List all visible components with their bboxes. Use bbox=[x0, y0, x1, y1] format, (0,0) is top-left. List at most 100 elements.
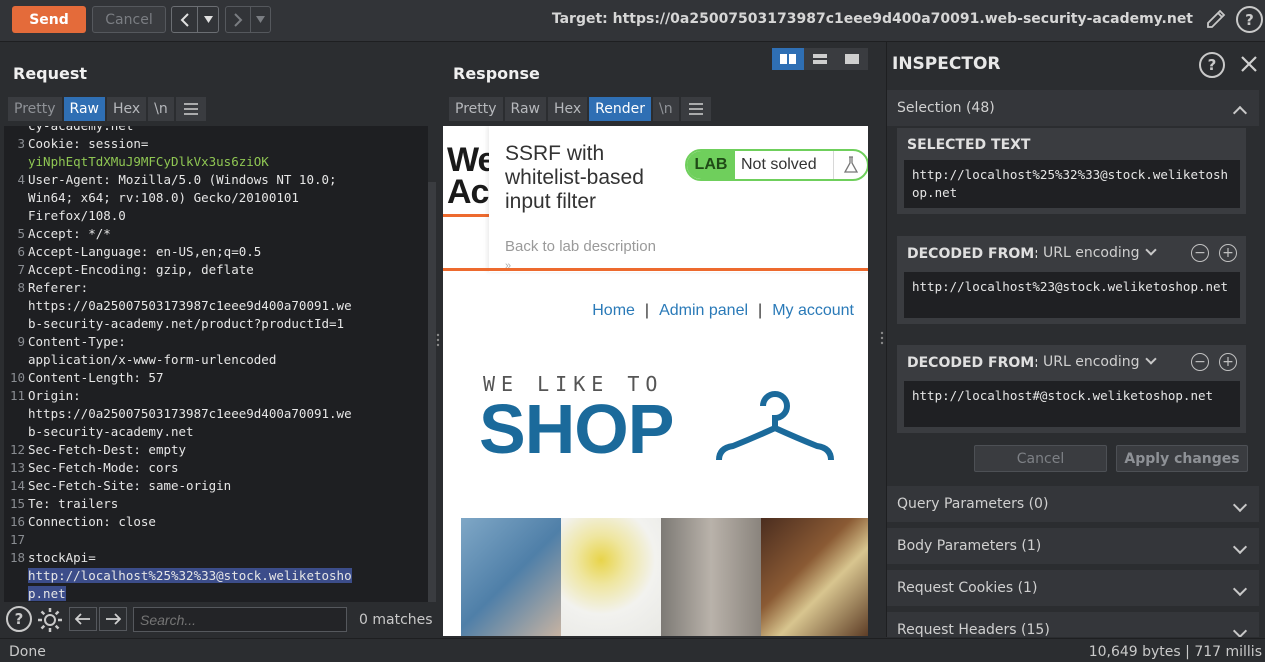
tab-hex[interactable]: Hex bbox=[547, 97, 588, 121]
line-number: 13 bbox=[9, 460, 25, 475]
line-number bbox=[4, 207, 28, 225]
splitter-grip-icon[interactable] bbox=[436, 332, 440, 347]
arrow-right-icon[interactable] bbox=[99, 607, 127, 631]
header-value: session= bbox=[88, 136, 149, 151]
line-content: Content-Type: bbox=[28, 333, 133, 351]
product-image[interactable] bbox=[461, 518, 561, 636]
selected-text-value[interactable]: http://localhost%25%32%33@stock.weliketo… bbox=[904, 160, 1240, 208]
line-number bbox=[4, 585, 28, 602]
code-line: 15 Te: trailers bbox=[4, 495, 428, 513]
tab-pretty[interactable]: Pretty bbox=[8, 97, 62, 121]
help-icon[interactable]: ? bbox=[6, 606, 32, 632]
nav-home-link[interactable]: Home bbox=[592, 302, 635, 320]
product-image[interactable] bbox=[761, 518, 868, 636]
target-url: Target: https://0a25007503173987c1eee9d4… bbox=[551, 11, 1193, 27]
header-key: Sec-Fetch-Dest: bbox=[28, 442, 149, 457]
send-button[interactable]: Send bbox=[12, 6, 86, 33]
request-cookies-section[interactable]: Request Cookies (1) bbox=[887, 570, 1259, 606]
plus-circle-icon[interactable]: + bbox=[1219, 353, 1237, 371]
section-label: Request Headers (15) bbox=[897, 622, 1050, 637]
menu-icon[interactable] bbox=[175, 97, 206, 121]
chevron-up-icon bbox=[1232, 105, 1248, 121]
close-icon[interactable] bbox=[1239, 54, 1259, 78]
help-icon[interactable]: ? bbox=[1236, 6, 1263, 33]
request-headers-section[interactable]: Request Headers (15) bbox=[887, 612, 1259, 637]
tab-newline[interactable]: \n bbox=[653, 97, 679, 121]
gear-icon[interactable] bbox=[36, 606, 64, 638]
encoding-dropdown[interactable]: URL encoding bbox=[1037, 241, 1165, 265]
arrow-left-icon[interactable] bbox=[69, 607, 97, 631]
lab-header: SSRF with whitelist-based input filter L… bbox=[489, 126, 868, 272]
back-to-lab-link[interactable]: Back to lab description bbox=[505, 238, 656, 255]
cancel-button[interactable]: Cancel bbox=[92, 6, 166, 33]
status-right: 10,649 bytes | 717 millis bbox=[1088, 644, 1262, 660]
tab-hex[interactable]: Hex bbox=[106, 97, 147, 121]
tab-pretty[interactable]: Pretty bbox=[449, 97, 503, 121]
header-value: */* bbox=[88, 226, 111, 241]
chevron-left-icon[interactable] bbox=[172, 7, 198, 32]
code-line: 9 Content-Type: bbox=[4, 333, 428, 351]
decoded-card: DECODED FROM: URL encoding − + http://lo… bbox=[897, 345, 1246, 433]
minus-circle-icon[interactable]: − bbox=[1191, 244, 1209, 262]
help-icon[interactable]: ? bbox=[1199, 52, 1225, 78]
splitter-grip-icon[interactable] bbox=[880, 330, 884, 345]
search-input[interactable] bbox=[133, 607, 347, 632]
request-tabs: Pretty Raw Hex \n bbox=[8, 97, 208, 121]
line-content: stockApi= bbox=[28, 549, 96, 567]
tab-raw[interactable]: Raw bbox=[504, 97, 546, 121]
line-content: Accept-Encoding: gzip, deflate bbox=[28, 261, 254, 279]
line-content: Te: trailers bbox=[28, 495, 118, 513]
menu-icon[interactable] bbox=[680, 97, 711, 121]
encoding-dropdown[interactable]: URL encoding bbox=[1037, 350, 1165, 374]
nav-account-link[interactable]: My account bbox=[772, 302, 854, 320]
code-line: 18 stockApi= bbox=[4, 549, 428, 567]
selection-label: Selection (48) bbox=[897, 100, 995, 116]
tab-raw[interactable]: Raw bbox=[63, 97, 105, 121]
edit-pencil-icon[interactable] bbox=[1204, 7, 1228, 35]
inspector-cancel-button[interactable]: Cancel bbox=[974, 445, 1107, 472]
line-content: Connection: close bbox=[28, 513, 156, 531]
decoded-value[interactable]: http://localhost#@stock.weliketoshop.net bbox=[904, 381, 1240, 427]
nav-admin-link[interactable]: Admin panel bbox=[659, 302, 748, 320]
request-editor[interactable]: cy-academy.net3Cookie: session=yiNphEqtT… bbox=[4, 126, 428, 602]
decoded-value[interactable]: http://localhost%23@stock.weliketoshop.n… bbox=[904, 272, 1240, 318]
selected-text[interactable]: http://localhost%25%32%33@stock.weliketo… bbox=[28, 568, 352, 583]
line-content: https://0a25007503173987c1eee9d400a70091… bbox=[28, 297, 352, 315]
inspector-title: INSPECTOR bbox=[892, 54, 1001, 74]
code-line: 4 User-Agent: Mozilla/5.0 (Windows NT 10.… bbox=[4, 171, 428, 189]
selection-section-header[interactable]: Selection (48) bbox=[887, 90, 1259, 126]
product-image[interactable] bbox=[561, 518, 661, 636]
body-parameters-section[interactable]: Body Parameters (1) bbox=[887, 528, 1259, 564]
request-scrollbar[interactable] bbox=[428, 182, 436, 602]
tab-newline[interactable]: \n bbox=[148, 97, 174, 121]
header-value: https://0a25007503173987c1eee9d400a70091… bbox=[28, 298, 352, 313]
selected-text[interactable]: p.net bbox=[28, 586, 66, 601]
header-key: Sec-Fetch-Mode: bbox=[28, 460, 149, 475]
code-line: 5 Accept: */* bbox=[4, 225, 428, 243]
apply-changes-button[interactable]: Apply changes bbox=[1116, 445, 1248, 472]
inspector-panel: INSPECTOR ? Selection (48) SELECTED TEXT… bbox=[886, 42, 1265, 637]
minus-circle-icon[interactable]: − bbox=[1191, 353, 1209, 371]
code-line: https://0a25007503173987c1eee9d400a70091… bbox=[4, 405, 428, 423]
line-number bbox=[4, 153, 28, 171]
tab-render[interactable]: Render bbox=[589, 97, 652, 121]
chevron-right-icon[interactable] bbox=[226, 7, 251, 32]
history-forward-dropdown-icon[interactable] bbox=[251, 7, 270, 32]
header-value: 57 bbox=[148, 370, 164, 385]
layout-single-icon[interactable] bbox=[836, 48, 868, 70]
query-parameters-section[interactable]: Query Parameters (0) bbox=[887, 486, 1259, 522]
line-content: cy-academy.net bbox=[28, 126, 133, 135]
decoded-heading: DECODED FROM: bbox=[907, 355, 1040, 371]
line-number bbox=[4, 315, 28, 333]
layout-stacked-icon[interactable] bbox=[804, 48, 836, 70]
line-number bbox=[4, 405, 28, 423]
header-key: Cookie: bbox=[28, 136, 89, 151]
line-content: Accept: */* bbox=[28, 225, 111, 243]
plus-circle-icon[interactable]: + bbox=[1219, 244, 1237, 262]
code-line: application/x-www-form-urlencoded bbox=[4, 351, 428, 369]
product-image[interactable] bbox=[661, 518, 761, 636]
layout-split-icon[interactable] bbox=[772, 48, 804, 70]
code-line: cy-academy.net bbox=[4, 126, 428, 135]
history-back-dropdown-icon[interactable] bbox=[198, 7, 218, 32]
layout-toggle-group bbox=[772, 48, 868, 70]
